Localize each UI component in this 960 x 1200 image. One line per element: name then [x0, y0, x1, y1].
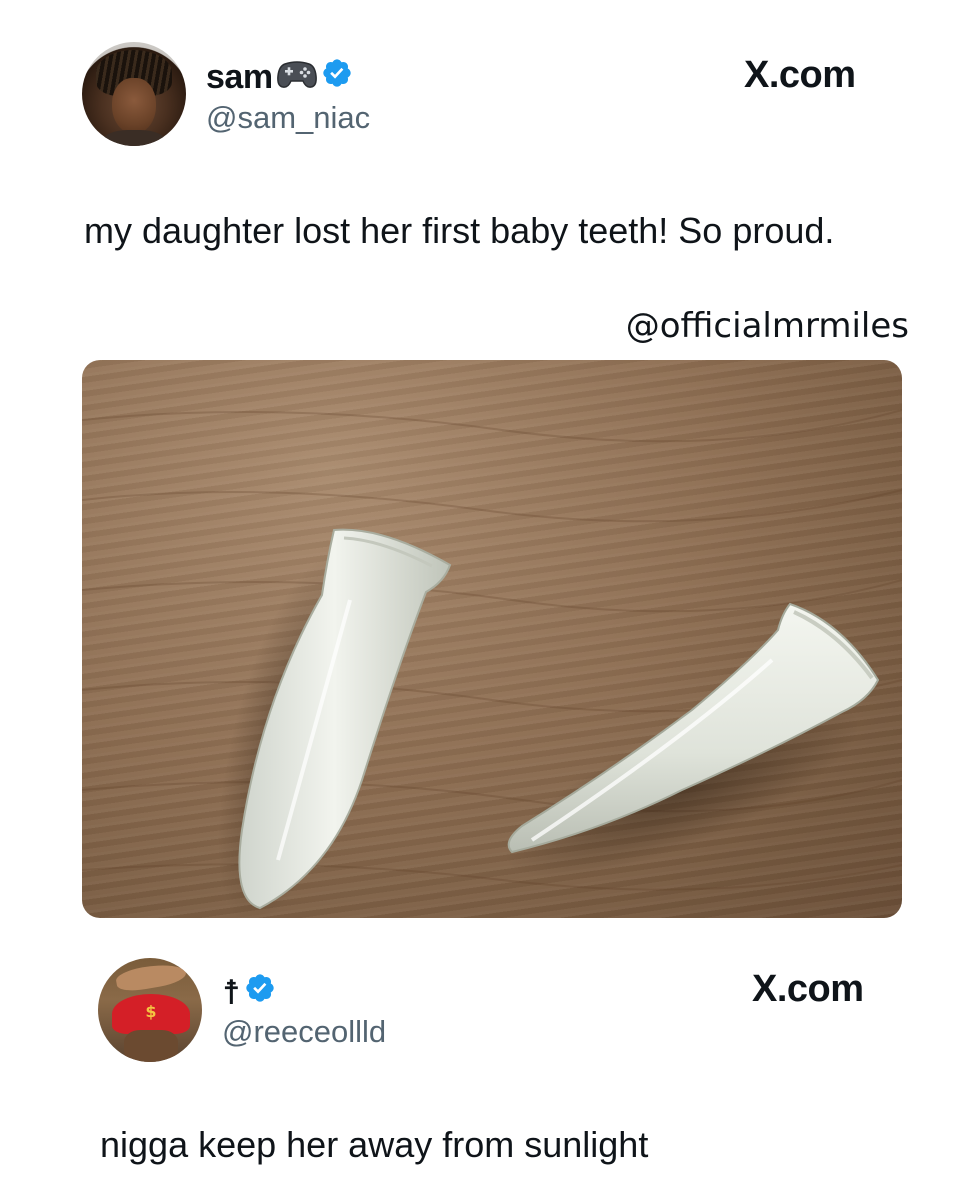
cap-logo-icon: $ — [145, 1002, 157, 1021]
verified-badge-icon — [321, 57, 353, 98]
tweet-text: nigga keep her away from sunlight — [100, 1124, 649, 1165]
avatar-face — [124, 1030, 178, 1062]
display-name-text: sam — [206, 58, 273, 96]
teeth-illustration — [82, 409, 902, 918]
screenshot-page: sam @sam_niac X.com my daughter lost her… — [0, 0, 960, 1200]
tooth-left — [238, 528, 452, 910]
user-handle[interactable]: @reeceollld — [222, 1014, 386, 1050]
avatar-hand — [114, 960, 188, 994]
display-name[interactable]: ☨ — [222, 972, 276, 1013]
avatar-face — [112, 78, 156, 134]
source-logo: X.com — [744, 54, 856, 97]
avatar[interactable]: $ — [98, 958, 202, 1062]
display-name[interactable]: sam — [206, 56, 353, 99]
avatar-shirt — [102, 130, 166, 146]
watermark: @officialmrmiles — [625, 306, 909, 346]
controller-icon — [276, 56, 317, 99]
x-logo-text: X.com — [744, 54, 856, 96]
verified-badge-icon — [244, 972, 276, 1013]
user-handle[interactable]: @sam_niac — [206, 100, 370, 136]
source-logo: X.com — [752, 968, 864, 1011]
avatar[interactable] — [82, 42, 186, 146]
x-logo-text: X.com — [752, 968, 864, 1010]
tweet-text: my daughter lost her first baby teeth! S… — [84, 210, 835, 251]
display-name-text: ☨ — [222, 972, 241, 1013]
tweet-photo[interactable] — [82, 360, 902, 918]
